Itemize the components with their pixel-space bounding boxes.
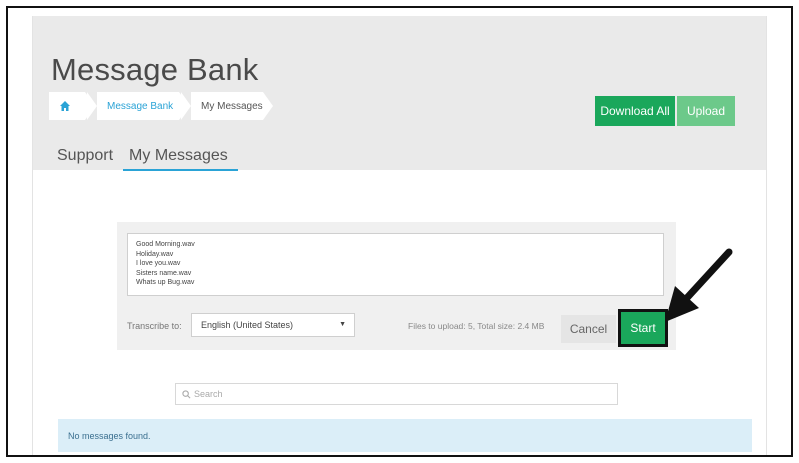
download-all-button[interactable]: Download All xyxy=(595,96,675,126)
file-item: I love you.wav xyxy=(136,260,181,267)
upload-button[interactable]: Upload xyxy=(677,96,735,126)
search-input[interactable]: Search xyxy=(175,383,618,405)
breadcrumb-home[interactable] xyxy=(49,92,95,120)
file-item: Sisters name.wav xyxy=(136,269,192,277)
file-list[interactable]: Good Morning.wav Holiday.wav I love you.… xyxy=(127,233,664,296)
screenshot-frame: Message Bank Message Bank My Messages Do… xyxy=(6,6,793,457)
cancel-button[interactable]: Cancel xyxy=(561,315,616,343)
file-item: Whats up Bug.wav xyxy=(136,279,195,286)
breadcrumb-item-my-messages: My Messages xyxy=(181,92,273,120)
page: Message Bank Message Bank My Messages Do… xyxy=(32,16,767,455)
tab-bar: Support My Messages xyxy=(53,147,242,171)
empty-messages-alert: No messages found. xyxy=(58,419,752,452)
breadcrumb: Message Bank My Messages xyxy=(49,92,273,120)
chevron-down-icon: ▼ xyxy=(339,321,346,328)
home-icon xyxy=(60,101,70,111)
language-select-value: English (United States) xyxy=(201,320,294,330)
tab-my-messages[interactable]: My Messages xyxy=(123,147,238,171)
page-header: Message Bank Message Bank My Messages Do… xyxy=(33,16,766,171)
breadcrumb-item-message-bank[interactable]: Message Bank xyxy=(87,92,189,120)
page-title: Message Bank xyxy=(51,52,259,87)
file-item: Holiday.wav xyxy=(136,250,174,258)
upload-panel: Good Morning.wav Holiday.wav I love you.… xyxy=(117,222,676,350)
file-item: Good Morning.wav xyxy=(136,241,195,248)
language-select[interactable]: English (United States) ▼ xyxy=(191,313,355,337)
arrow-icon xyxy=(665,248,733,322)
search-placeholder: Search xyxy=(194,389,223,399)
tab-support[interactable]: Support xyxy=(53,147,119,171)
files-info: Files to upload: 5, Total size: 2.4 MB xyxy=(408,321,545,331)
search-icon xyxy=(182,389,191,398)
transcribe-label: Transcribe to: xyxy=(127,321,182,331)
